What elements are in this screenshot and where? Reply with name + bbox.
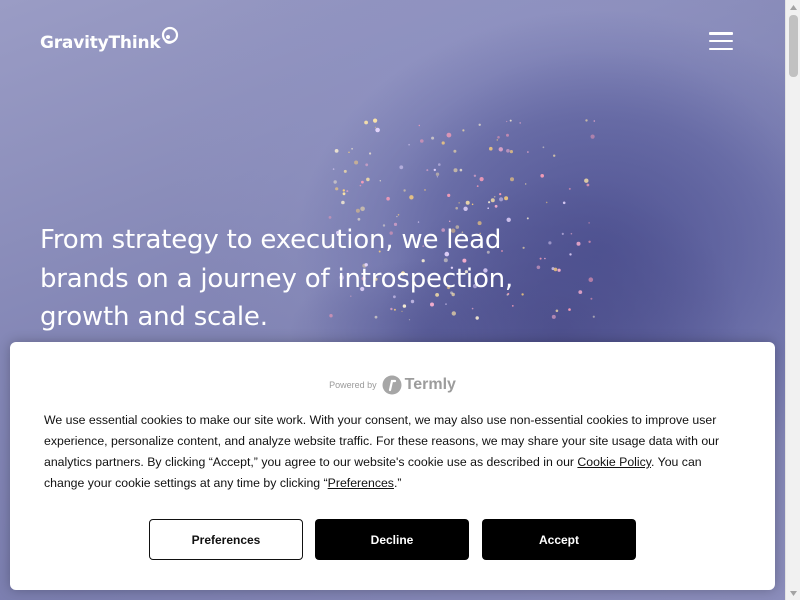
termly-logo-icon bbox=[382, 375, 402, 395]
powered-by-label: Powered by bbox=[329, 380, 377, 390]
preferences-button[interactable]: Preferences bbox=[149, 519, 303, 560]
menu-bar-top bbox=[709, 32, 733, 35]
scrollbar-thumb[interactable] bbox=[789, 15, 798, 77]
gravitythink-logo[interactable]: GravityThink bbox=[40, 22, 179, 52]
logo-text: GravityThink bbox=[40, 33, 161, 53]
cookie-policy-link[interactable]: Cookie Policy bbox=[577, 455, 651, 469]
logo-mark-icon bbox=[162, 26, 179, 44]
accept-button[interactable]: Accept bbox=[482, 519, 636, 560]
cookie-text-part-3: .” bbox=[393, 476, 402, 490]
hero-headline: From strategy to execution, we lead bran… bbox=[40, 225, 513, 332]
page-scrollbar[interactable] bbox=[785, 0, 800, 600]
powered-by-termly[interactable]: Powered by Termly bbox=[10, 375, 775, 395]
scroll-down-arrow-icon[interactable] bbox=[786, 586, 800, 600]
termly-wordmark: Termly bbox=[404, 376, 456, 393]
scroll-up-arrow-icon[interactable] bbox=[786, 0, 800, 14]
cookie-notice-text: We use essential cookies to make our sit… bbox=[44, 410, 744, 494]
hamburger-menu-icon[interactable] bbox=[708, 30, 734, 52]
decline-button[interactable]: Decline bbox=[315, 519, 469, 560]
cookie-consent-banner: Powered by Termly We use essential cooki… bbox=[10, 342, 775, 590]
preferences-link[interactable]: Preferences bbox=[328, 476, 394, 490]
menu-bar-bottom bbox=[709, 47, 733, 50]
menu-bar-middle bbox=[709, 39, 733, 43]
termly-logo: Termly bbox=[382, 375, 456, 395]
